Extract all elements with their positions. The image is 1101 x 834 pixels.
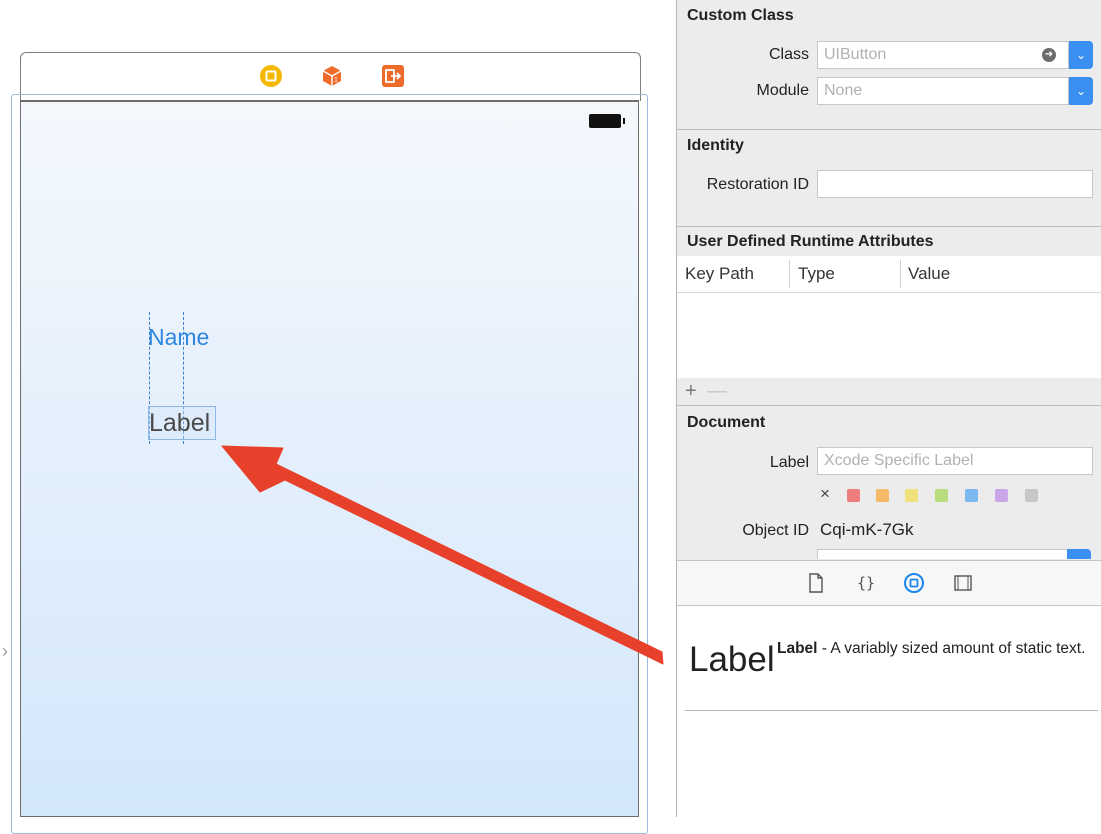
- library-item-text: - A variably sized amount of static text…: [817, 640, 1086, 657]
- object-library-icon[interactable]: [903, 572, 925, 594]
- column-value[interactable]: Value: [908, 264, 950, 284]
- identity-title: Identity: [687, 137, 744, 154]
- go-to-class-icon[interactable]: ➜: [1042, 48, 1056, 62]
- column-type[interactable]: Type: [798, 264, 835, 284]
- library-item-description: Label - A variably sized amount of stati…: [777, 639, 1087, 659]
- swatch-yellow[interactable]: [905, 489, 918, 502]
- file-template-icon[interactable]: [805, 572, 827, 594]
- module-placeholder: None: [824, 82, 863, 99]
- swatch-orange[interactable]: [876, 489, 889, 502]
- module-dropdown-button[interactable]: ⌄: [1069, 77, 1093, 105]
- divider: [685, 710, 1098, 711]
- svg-text:{}: {}: [857, 574, 875, 592]
- udra-title: User Defined Runtime Attributes: [687, 233, 934, 250]
- label-element[interactable]: Label: [149, 408, 210, 438]
- column-separator: [900, 260, 901, 288]
- name-button[interactable]: Name: [148, 322, 209, 352]
- xcode-label-placeholder: Xcode Specific Label: [824, 452, 974, 469]
- swatch-purple[interactable]: [995, 489, 1008, 502]
- add-attribute-button[interactable]: +: [685, 380, 697, 403]
- divider: [677, 226, 1101, 227]
- inspector-panel: Custom Class Class UIButton ➜ ⌄ Module N…: [676, 0, 1101, 817]
- svg-text:1: 1: [334, 77, 338, 84]
- xcode-label-field[interactable]: Xcode Specific Label: [817, 447, 1093, 475]
- object-id-value: Cqi-mK-7Gk: [820, 520, 914, 539]
- exit-icon[interactable]: [381, 64, 405, 88]
- document-title: Document: [687, 414, 766, 431]
- object-id-label: Object ID: [742, 522, 809, 539]
- swatch-blue[interactable]: [965, 489, 978, 502]
- library-item-name: Label: [777, 640, 818, 657]
- document-label-label: Label: [769, 454, 809, 471]
- module-field[interactable]: None: [817, 77, 1069, 105]
- storyboard-canvas[interactable]: 1 Name Label ›: [0, 0, 676, 834]
- swatch-red[interactable]: [847, 489, 860, 502]
- class-label: Class: [768, 46, 809, 63]
- drag-handle-icon[interactable]: ›: [2, 641, 12, 665]
- battery-icon: [589, 114, 625, 128]
- udra-header: Key Path Type Value: [677, 256, 1101, 293]
- class-field[interactable]: UIButton: [817, 41, 1069, 69]
- library-item-preview[interactable]: Label: [689, 640, 775, 680]
- udra-footer: + —: [677, 378, 1101, 406]
- code-snippet-icon[interactable]: {}: [855, 572, 877, 594]
- restoration-id-label: Restoration ID: [706, 176, 809, 193]
- remove-attribute-button[interactable]: —: [707, 380, 727, 403]
- class-dropdown-button[interactable]: ⌄: [1069, 41, 1093, 69]
- divider: [677, 405, 1101, 406]
- udra-table[interactable]: Key Path Type Value: [677, 256, 1101, 378]
- clear-color-label-icon[interactable]: ×: [820, 484, 830, 504]
- restoration-id-field[interactable]: [817, 170, 1093, 198]
- view-controller-icon[interactable]: [259, 64, 283, 88]
- view-controller-view[interactable]: [20, 100, 639, 817]
- first-responder-icon[interactable]: 1: [320, 64, 344, 88]
- class-placeholder: UIButton: [824, 46, 887, 63]
- swatch-gray[interactable]: [1025, 489, 1038, 502]
- module-label: Module: [756, 82, 809, 99]
- divider: [677, 129, 1101, 130]
- swatch-green[interactable]: [935, 489, 948, 502]
- lock-popup-partial[interactable]: [817, 549, 1091, 559]
- custom-class-title: Custom Class: [687, 7, 794, 24]
- column-separator: [789, 260, 790, 288]
- library-tab-bar: {}: [677, 560, 1101, 606]
- column-key-path[interactable]: Key Path: [685, 264, 754, 284]
- media-library-icon[interactable]: [952, 572, 974, 594]
- object-library-list: Label Label - A variably sized amount of…: [677, 606, 1101, 817]
